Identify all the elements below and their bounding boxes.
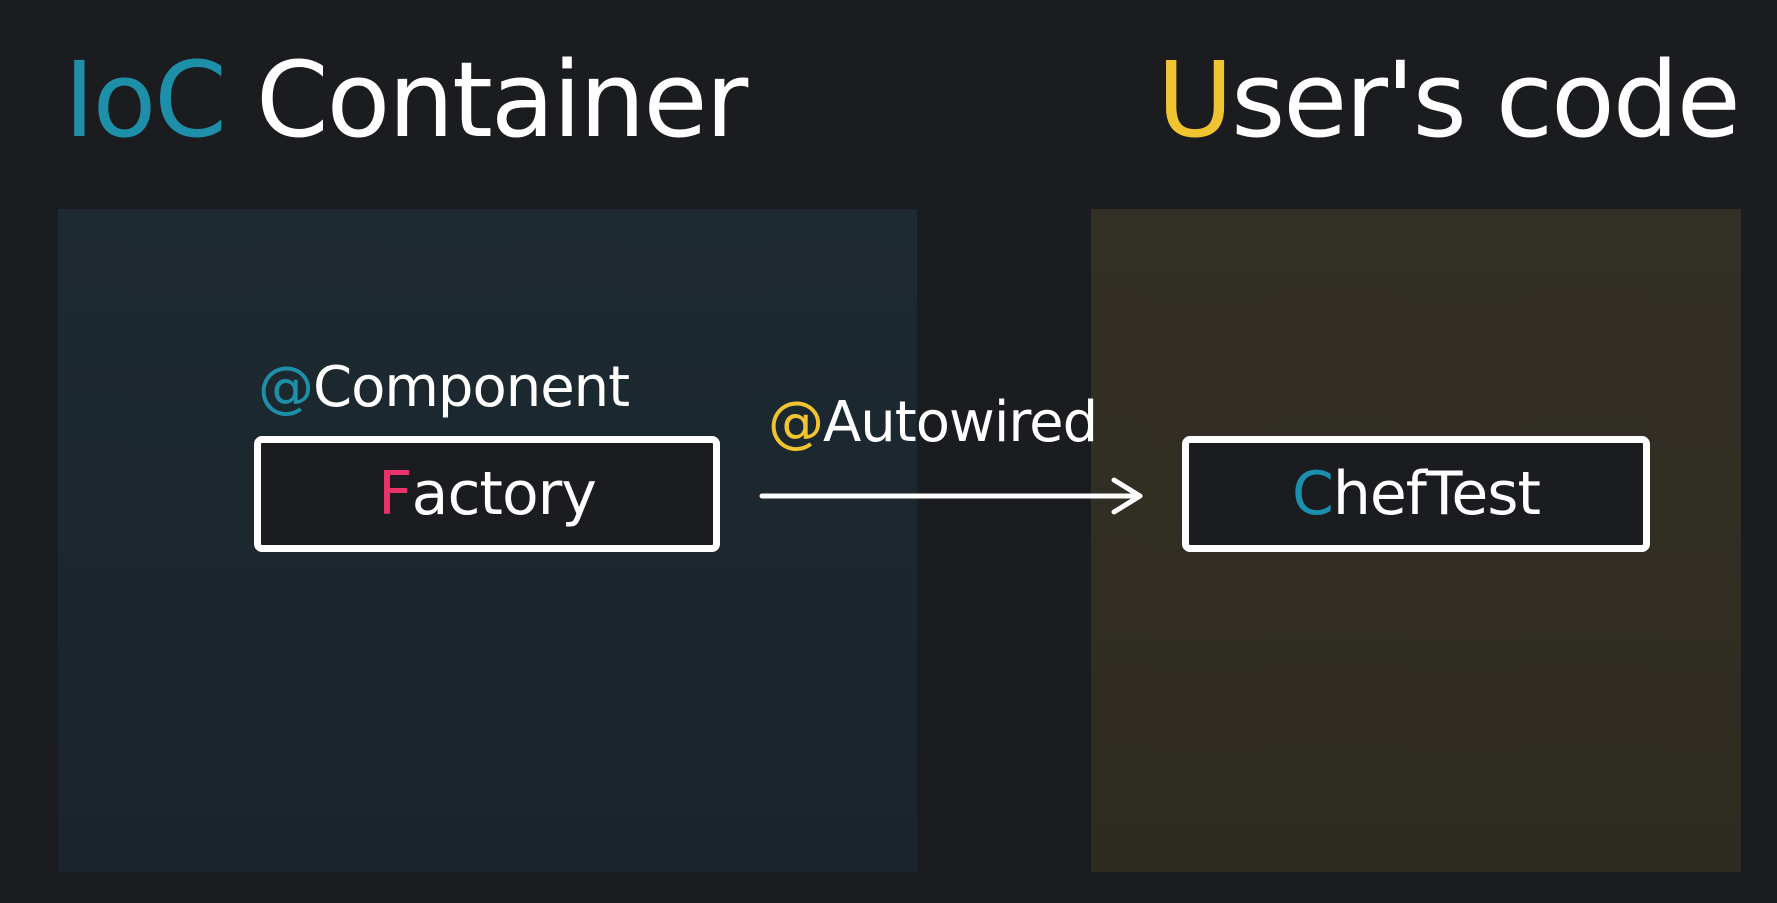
chef-test-label: hefTest: [1332, 459, 1541, 529]
factory-accent: F: [378, 459, 413, 529]
autowired-annotation: @Autowired: [768, 395, 1098, 451]
users-code-title: User's code: [1157, 48, 1741, 152]
autowire-arrow: [759, 477, 1143, 515]
chef-test-node: ChefTest: [1182, 436, 1650, 552]
ioc-title-rest: Container: [224, 39, 748, 161]
component-at-symbol: @: [258, 355, 314, 420]
chef-test-accent: C: [1291, 459, 1334, 529]
users-code-title-rest: ser's code: [1231, 39, 1741, 161]
factory-node: Factory: [254, 436, 720, 552]
autowired-annotation-text: Autowired: [823, 390, 1098, 455]
component-annotation-text: Component: [313, 355, 630, 420]
ioc-title-accent: IoC: [64, 39, 227, 161]
users-code-title-accent: U: [1157, 39, 1233, 161]
component-annotation: @Component: [258, 360, 630, 416]
factory-label: actory: [411, 459, 597, 529]
ioc-container-title: IoC Container: [64, 48, 748, 152]
autowired-at-symbol: @: [768, 390, 824, 455]
